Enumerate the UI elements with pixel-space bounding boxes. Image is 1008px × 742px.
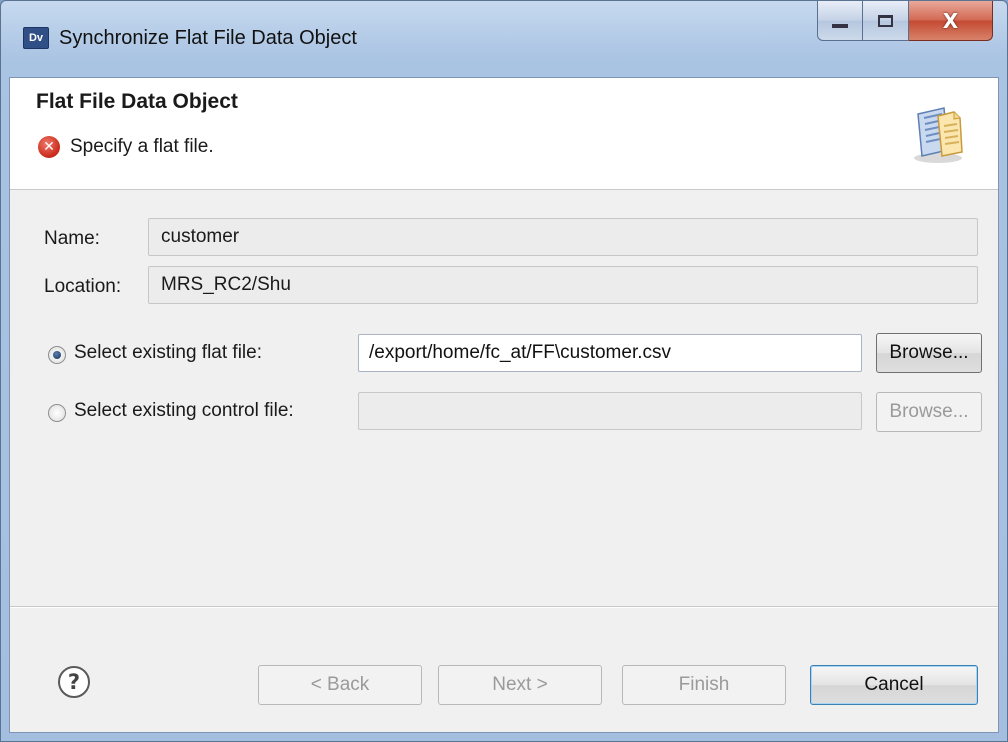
dialog-client-area: Flat File Data Object ✕ Specify a flat f… bbox=[9, 77, 999, 733]
footer-separator bbox=[10, 606, 998, 608]
finish-button[interactable]: Finish bbox=[622, 665, 786, 705]
control-file-radio[interactable] bbox=[48, 404, 66, 422]
title-bar[interactable]: Dv Synchronize Flat File Data Object X bbox=[1, 1, 1007, 77]
back-button[interactable]: < Back bbox=[258, 665, 422, 705]
error-message: Specify a flat file. bbox=[70, 136, 214, 157]
window-title: Synchronize Flat File Data Object bbox=[59, 27, 357, 49]
cancel-button[interactable]: Cancel bbox=[810, 665, 978, 705]
location-label: Location: bbox=[44, 276, 122, 297]
name-label: Name: bbox=[44, 228, 100, 249]
control-file-path-input[interactable] bbox=[358, 392, 862, 430]
control-file-option-label[interactable]: Select existing control file: bbox=[74, 400, 294, 422]
page-title: Flat File Data Object bbox=[36, 90, 238, 113]
location-field: MRS_RC2/Shu bbox=[148, 266, 978, 304]
wizard-icon bbox=[914, 107, 963, 163]
minimize-button[interactable] bbox=[817, 1, 863, 41]
flat-file-browse-button[interactable]: Browse... bbox=[876, 333, 982, 373]
flat-file-path-input[interactable] bbox=[358, 334, 862, 372]
control-file-browse-button[interactable]: Browse... bbox=[876, 392, 982, 432]
wizard-header: Flat File Data Object ✕ Specify a flat f… bbox=[10, 78, 998, 190]
flat-file-option-label[interactable]: Select existing flat file: bbox=[74, 342, 262, 364]
close-button[interactable]: X bbox=[909, 1, 993, 41]
close-icon: X bbox=[942, 8, 959, 33]
maximize-button[interactable] bbox=[863, 1, 909, 41]
minimize-icon bbox=[832, 23, 848, 28]
maximize-icon bbox=[878, 14, 893, 27]
help-icon[interactable]: ? bbox=[58, 666, 90, 698]
name-field: customer bbox=[148, 218, 978, 256]
next-button[interactable]: Next > bbox=[438, 665, 602, 705]
flat-file-radio[interactable] bbox=[48, 346, 66, 364]
error-icon: ✕ bbox=[38, 136, 60, 158]
window-controls: X bbox=[817, 1, 993, 41]
app-icon: Dv bbox=[23, 27, 49, 49]
dialog-window: Dv Synchronize Flat File Data Object X F… bbox=[0, 0, 1008, 742]
